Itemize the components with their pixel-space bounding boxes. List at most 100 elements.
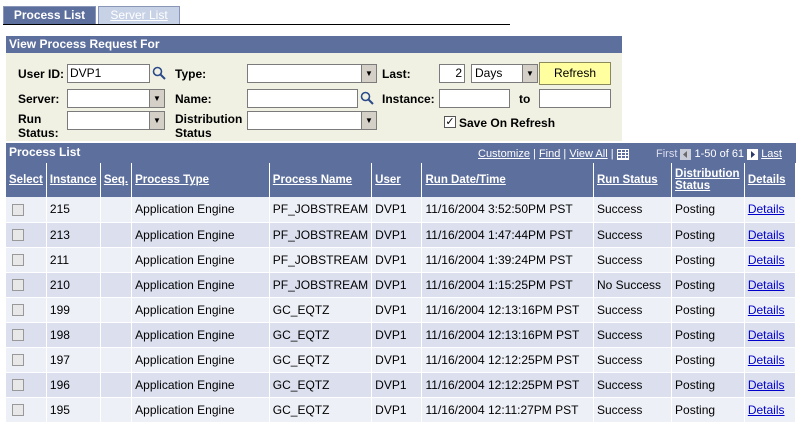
run-status-select[interactable]: ▼	[67, 111, 165, 130]
customize-link[interactable]: Customize	[478, 148, 530, 160]
run-datetime-cell: 11/16/2004 12:12:25PM PST	[421, 372, 594, 398]
dist-status-cell: Posting	[671, 347, 745, 373]
col-run-datetime[interactable]: Run Date/Time	[421, 163, 594, 197]
details-link[interactable]: Details	[748, 328, 785, 342]
row-select-checkbox[interactable]	[12, 229, 24, 242]
process-name-cell: GC_EQTZ	[269, 347, 373, 373]
col-details[interactable]: Details	[744, 163, 797, 197]
run-status-cell: Success	[593, 397, 673, 423]
chevron-down-icon[interactable]: ▼	[361, 112, 376, 129]
user-cell: DVP1	[371, 397, 423, 423]
details-link[interactable]: Details	[748, 253, 785, 267]
instance-to-input[interactable]	[539, 89, 611, 108]
col-dist-status[interactable]: Distribution Status	[671, 163, 745, 197]
grid-toolbar: Customize | Find | View All |	[478, 148, 629, 160]
name-lookup-icon[interactable]	[360, 91, 374, 105]
row-select-checkbox[interactable]	[12, 254, 24, 267]
select-cell	[6, 272, 47, 298]
select-cell	[6, 397, 47, 423]
col-select[interactable]: Select	[6, 163, 47, 197]
chevron-down-icon[interactable]: ▼	[361, 65, 376, 82]
user-cell: DVP1	[371, 197, 423, 223]
run-status-cell: Success	[593, 247, 673, 273]
row-select-checkbox[interactable]	[12, 204, 24, 217]
run-status-cell: Success	[593, 322, 673, 348]
user-id-input[interactable]: DVP1	[67, 64, 150, 83]
instance-cell: 213	[46, 222, 101, 248]
next-page-icon[interactable]	[747, 148, 759, 160]
process-list-table: Select Instance Seq. Process Type Proces…	[6, 163, 797, 423]
details-cell: Details	[744, 347, 797, 373]
last-unit-value: Days	[475, 66, 503, 80]
dist-status-select[interactable]: ▼	[247, 111, 377, 130]
tab-divider	[3, 24, 510, 25]
user-cell: DVP1	[371, 322, 423, 348]
name-input[interactable]	[247, 89, 358, 108]
run-status-cell: No Success	[593, 272, 673, 298]
tab-server-list[interactable]: Server List	[98, 6, 180, 25]
details-cell: Details	[744, 222, 797, 248]
chevron-down-icon[interactable]: ▼	[522, 65, 537, 82]
user-id-lookup-icon[interactable]	[152, 66, 166, 80]
select-cell	[6, 297, 47, 323]
dist-status-cell: Posting	[671, 322, 745, 348]
run-datetime-cell: 11/16/2004 1:47:44PM PST	[421, 222, 594, 248]
col-process-name[interactable]: Process Name	[269, 163, 373, 197]
row-select-checkbox[interactable]	[12, 304, 24, 317]
user-id-label: User ID:	[18, 67, 65, 81]
instance-from-input[interactable]	[439, 89, 510, 108]
row-select-checkbox[interactable]	[12, 279, 24, 292]
refresh-button[interactable]: Refresh	[539, 62, 611, 85]
download-grid-icon[interactable]	[616, 148, 629, 160]
col-user[interactable]: User	[371, 163, 423, 197]
previous-page-icon[interactable]	[680, 148, 692, 160]
process-name-cell: PF_JOBSTREAM	[269, 222, 373, 248]
row-select-checkbox[interactable]	[12, 404, 24, 417]
separator: |	[610, 148, 614, 160]
process-name-cell: GC_EQTZ	[269, 397, 373, 423]
chevron-down-icon[interactable]: ▼	[149, 112, 164, 129]
dist-status-cell: Posting	[671, 297, 745, 323]
tab-process-list[interactable]: Process List	[3, 6, 96, 25]
details-link[interactable]: Details	[748, 202, 785, 216]
seq-cell	[100, 297, 133, 323]
details-link[interactable]: Details	[748, 303, 785, 317]
find-link[interactable]: Find	[539, 148, 560, 160]
chevron-down-icon[interactable]: ▼	[149, 90, 164, 107]
view-all-link[interactable]: View All	[569, 148, 607, 160]
run-status-cell: Success	[593, 347, 673, 373]
row-select-checkbox[interactable]	[12, 354, 24, 367]
type-label: Type:	[175, 67, 207, 81]
col-instance[interactable]: Instance	[46, 163, 101, 197]
col-process-type[interactable]: Process Type	[131, 163, 270, 197]
seq-cell	[100, 247, 133, 273]
details-link[interactable]: Details	[748, 278, 785, 292]
table-header-row: Select Instance Seq. Process Type Proces…	[6, 163, 797, 197]
col-seq[interactable]: Seq.	[100, 163, 133, 197]
type-select[interactable]: ▼	[247, 64, 377, 83]
run-datetime-cell: 11/16/2004 3:52:50PM PST	[421, 197, 594, 223]
details-link[interactable]: Details	[748, 353, 785, 367]
details-link[interactable]: Details	[748, 403, 785, 417]
details-link[interactable]: Details	[748, 378, 785, 392]
col-dist-status-line1: Distribution	[675, 168, 740, 180]
seq-cell	[100, 197, 133, 223]
process-type-cell: Application Engine	[131, 372, 270, 398]
server-select[interactable]: ▼	[67, 89, 165, 108]
process-type-cell: Application Engine	[131, 197, 270, 223]
row-select-checkbox[interactable]	[12, 329, 24, 342]
last-days-input[interactable]: 2	[439, 64, 465, 83]
table-row: 197 Application Engine GC_EQTZ DVP1 11/16/20…	[6, 347, 797, 373]
save-on-refresh-checkbox[interactable]: ✓	[444, 116, 456, 128]
col-run-status[interactable]: Run Status	[593, 163, 673, 197]
row-select-checkbox[interactable]	[12, 379, 24, 392]
run-status-cell: Success	[593, 222, 673, 248]
user-cell: DVP1	[371, 297, 423, 323]
dist-status-cell: Posting	[671, 272, 745, 298]
seq-cell	[100, 372, 133, 398]
grid-title: Process List	[9, 145, 81, 159]
run-datetime-cell: 11/16/2004 1:15:25PM PST	[421, 272, 594, 298]
details-link[interactable]: Details	[748, 228, 785, 242]
last-unit-select[interactable]: Days ▼	[471, 64, 538, 83]
last-page-link[interactable]: Last	[761, 148, 782, 160]
